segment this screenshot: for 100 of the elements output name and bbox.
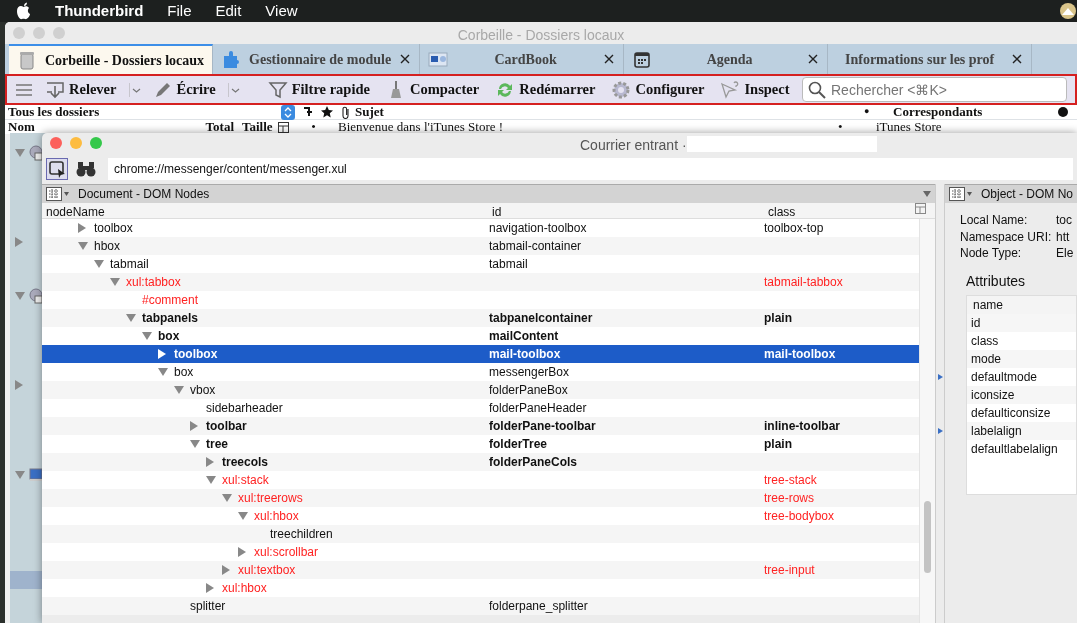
node-id: folderPane-toolbar	[489, 419, 596, 433]
expander-icon[interactable]	[13, 235, 25, 249]
gear-icon	[611, 79, 632, 100]
address-card-icon	[428, 49, 449, 69]
column-header[interactable]: Taille	[234, 120, 278, 134]
calendar-icon	[632, 49, 653, 69]
node-name: tree	[206, 436, 228, 453]
node-id: tabmail	[489, 257, 528, 271]
dropdown-caret-icon[interactable]	[923, 191, 932, 197]
column-picker-icon[interactable]	[1058, 106, 1068, 118]
attribute-name: defaultlabelalign	[970, 440, 1059, 458]
field-value: htt	[1056, 228, 1070, 244]
node-id: tabmail-container	[489, 239, 582, 253]
node-name: toolbar	[206, 418, 247, 435]
node-class: mail-toolbox	[764, 347, 836, 361]
menu-item[interactable]: Edit	[215, 0, 242, 23]
node-class: tree-input	[764, 563, 815, 577]
node-id: folderPaneBox	[489, 383, 568, 397]
splitter-arrow-icon	[937, 428, 943, 434]
section-title: Attributes	[965, 271, 1027, 291]
expander-icon[interactable]	[13, 378, 25, 392]
field-label: Node Type:	[960, 245, 1023, 261]
window-title: Corbeille - Dossiers locaux	[457, 27, 625, 43]
node-name: xul:hbox	[254, 508, 299, 525]
splitter-arrow-icon	[937, 374, 943, 380]
node-class: plain	[764, 311, 792, 325]
column-header[interactable]: class	[764, 203, 916, 221]
column-header[interactable]: Sujet	[355, 102, 864, 122]
pointer-question-icon	[720, 79, 741, 100]
node-name: box	[158, 328, 180, 345]
message-cell-text: •	[310, 120, 317, 134]
column-header[interactable]: Nom	[5, 120, 202, 134]
node-name: box	[174, 364, 194, 381]
inspect-element-icon[interactable]	[46, 157, 68, 180]
tab[interactable]: Corbeille - Dossiers locaux	[9, 44, 214, 74]
panel-menu-icon[interactable]	[46, 187, 70, 201]
message-subject[interactable]: Bienvenue dans l'iTunes Store !	[338, 120, 838, 134]
download-icon	[45, 79, 65, 100]
node-name: toolbox	[174, 346, 218, 363]
column-header[interactable]: id	[489, 203, 764, 221]
attribute-name: defaultmode	[970, 368, 1039, 386]
folder-selector[interactable]: Tous les dossiers	[5, 102, 295, 122]
node-name: xul:textbox	[238, 562, 296, 579]
url-field[interactable]: chrome://messenger/content/messenger.xul	[108, 157, 1073, 180]
thread-icon[interactable]	[303, 106, 313, 118]
node-id: folderPaneHeader	[489, 401, 587, 415]
search-field[interactable]: Rechercher <⌘K>	[802, 77, 1067, 102]
node-id: folderTree	[489, 437, 548, 451]
node-class: plain	[764, 437, 792, 451]
close-icon[interactable]	[603, 53, 616, 65]
panel-menu-icon[interactable]	[949, 187, 973, 201]
node-name: xul:tabbox	[126, 274, 181, 291]
menu-item[interactable]: View	[265, 0, 298, 23]
node-name: xul:hbox	[222, 580, 267, 597]
puzzle-piece-icon	[221, 49, 242, 69]
scrollbar-thumb[interactable]	[924, 501, 932, 573]
close-icon[interactable]	[399, 53, 412, 65]
column-header[interactable]: nodeName	[42, 203, 489, 221]
node-class: toolbox-top	[764, 221, 824, 235]
node-id: mailContent	[489, 329, 559, 343]
node-name: splitter	[190, 598, 226, 615]
toolbar-button[interactable]: Compacter	[381, 76, 484, 103]
column-header[interactable]: name	[967, 295, 1076, 314]
window-control[interactable]	[50, 137, 62, 149]
computer-icon	[29, 468, 43, 482]
app-name[interactable]: Thunderbird	[55, 0, 144, 23]
column-header[interactable]: ●	[864, 105, 893, 119]
node-class: tree-bodybox	[764, 509, 835, 523]
node-id: messengerBox	[489, 365, 570, 379]
node-class: tabmail-tabbox	[764, 275, 843, 289]
toolbar-button[interactable]: Écrire	[148, 76, 220, 103]
toolbar-button[interactable]: Filtre rapide	[263, 76, 374, 103]
node-name: tabpanels	[142, 310, 198, 327]
attribute-name: mode	[967, 349, 1076, 368]
attachment-icon[interactable]	[341, 105, 351, 119]
search-icon	[808, 81, 826, 99]
column-header[interactable]: Total	[202, 120, 234, 134]
menu-item[interactable]: File	[167, 0, 192, 23]
filter-icon	[267, 79, 288, 100]
toolbar-button[interactable]: Inspect	[716, 76, 794, 103]
window-control[interactable]	[90, 137, 102, 149]
close-icon[interactable]	[1011, 53, 1024, 65]
node-name: vbox	[190, 382, 216, 399]
node-name: tabmail	[110, 256, 149, 273]
node-name: xul:stack	[222, 472, 269, 489]
toolbar-button[interactable]: Configurer	[607, 76, 709, 103]
toolbar-button[interactable]: Redémarrer	[491, 76, 600, 103]
field-label: Local Name:	[960, 212, 1029, 228]
field-value: toc	[1056, 212, 1072, 228]
column-header[interactable]: Correspondants	[893, 102, 1058, 122]
close-icon[interactable]	[807, 53, 820, 65]
status-icon[interactable]	[1059, 2, 1077, 20]
message-correspondent: iTunes Store	[876, 120, 942, 134]
attribute-name: class	[970, 332, 1000, 350]
attribute-name: iconsize	[967, 385, 1076, 404]
column-picker-icon[interactable]	[278, 121, 289, 133]
toolbar-button[interactable]: Relever	[41, 76, 121, 103]
menu-icon[interactable]	[15, 82, 33, 97]
binoculars-icon[interactable]	[76, 159, 96, 178]
star-icon[interactable]	[321, 106, 333, 118]
